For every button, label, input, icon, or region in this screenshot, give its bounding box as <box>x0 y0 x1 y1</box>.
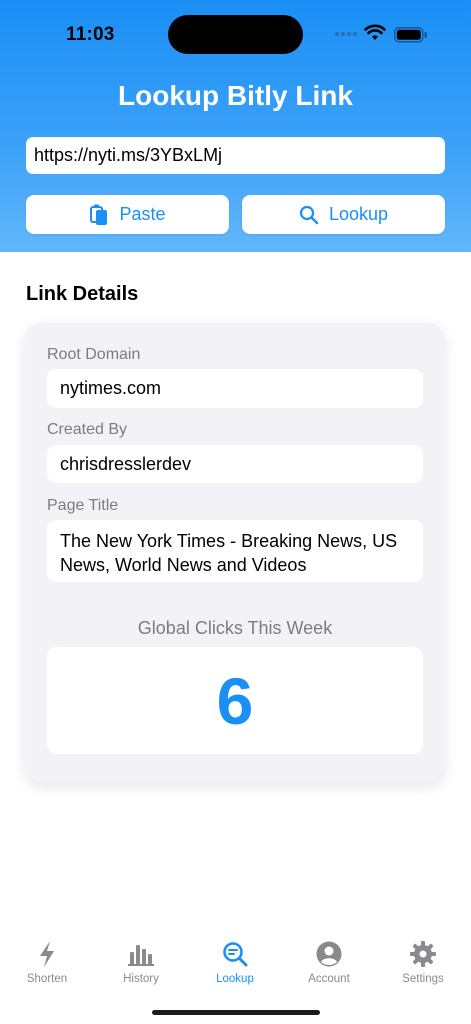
cellular-signal-icon <box>335 32 357 36</box>
section-title: Link Details <box>26 283 139 305</box>
magnifying-glass-icon <box>299 205 319 224</box>
tab-lookup-label: Lookup <box>216 973 254 985</box>
tab-shorten-label: Shorten <box>26 973 68 985</box>
person-circle-icon <box>316 941 342 967</box>
gear-icon <box>410 941 436 967</box>
tab-settings-label: Settings <box>402 973 444 985</box>
link-details-card: Root Domain nytimes.com Created By chris… <box>25 323 445 783</box>
paste-button-label: Paste <box>119 204 166 224</box>
search-icon <box>223 942 248 967</box>
tab-history-label: History <box>123 973 159 985</box>
created-by-label: Created By <box>47 421 128 438</box>
tab-account[interactable]: Account <box>289 940 369 985</box>
home-indicator <box>152 1010 320 1015</box>
battery-icon <box>394 27 427 43</box>
lookup-button[interactable]: Lookup <box>242 195 445 234</box>
tab-lookup[interactable]: Lookup <box>195 940 275 985</box>
dynamic-island <box>168 15 303 54</box>
wifi-icon <box>364 24 386 40</box>
page-title-label: Page Title <box>47 497 119 514</box>
status-time: 11:03 <box>66 24 115 45</box>
paste-button[interactable]: Paste <box>26 195 229 234</box>
lookup-button-label: Lookup <box>328 204 389 224</box>
global-clicks-box: 6 <box>47 647 423 754</box>
global-clicks-value: 6 <box>216 663 254 738</box>
status-bar: 11:03 <box>0 0 471 70</box>
bolt-icon <box>40 941 54 967</box>
root-domain-label: Root Domain <box>47 346 141 363</box>
tab-shorten[interactable]: Shorten <box>7 940 87 985</box>
tab-history[interactable]: History <box>101 940 181 985</box>
page-title-value: The New York Times - Breaking News, US N… <box>47 520 423 582</box>
root-domain-value: nytimes.com <box>47 369 423 408</box>
page-title: Lookup Bitly Link <box>118 80 353 111</box>
paste-icon <box>90 204 108 225</box>
created-by-value: chrisdresslerdev <box>47 445 423 483</box>
tab-settings[interactable]: Settings <box>383 940 463 985</box>
url-input[interactable] <box>26 137 445 174</box>
global-clicks-label: Global Clicks This Week <box>137 618 333 638</box>
bar-chart-icon <box>128 945 154 966</box>
tab-account-label: Account <box>308 973 350 985</box>
